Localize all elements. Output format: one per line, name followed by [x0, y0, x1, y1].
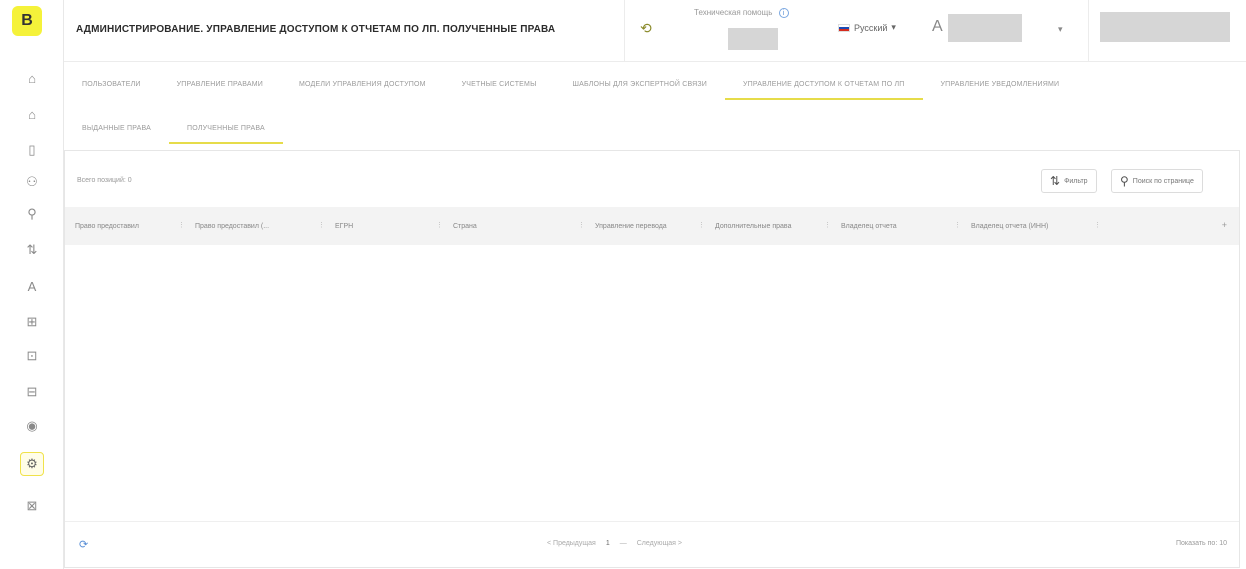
search-icon[interactable]: ⚲	[20, 202, 44, 226]
column-resize-handle[interactable]: ⋮	[824, 221, 831, 229]
grid-icon[interactable]: ⊞	[20, 310, 44, 334]
pagination: < Предыдущая 1 — Следующая >	[547, 540, 682, 547]
user-avatar-icon[interactable]: A	[932, 18, 943, 36]
column-header-label: Владелец отчета (ИНН)	[971, 222, 1049, 230]
pagination-separator: —	[619, 540, 627, 547]
tab-sub-0[interactable]: Выданные права	[64, 110, 169, 146]
header: АДМИНИСТРИРОВАНИЕ. УПРАВЛЕНИЕ ДОСТУПОМ К…	[64, 0, 1246, 62]
redacted-phone	[728, 28, 778, 50]
column-header[interactable]: Владелец отчета ⋮	[831, 207, 961, 245]
filter-label: Фильтр	[1064, 177, 1088, 185]
sidebar: B ⌂ ⌂ ▯ ⚇ ⚲ ⇅ A ⊞ ⊡ ⊟ ◉ ⚙ ⊠	[0, 0, 64, 569]
refresh-icon[interactable]: ⟳	[79, 538, 88, 551]
page-title: АДМИНИСТРИРОВАНИЕ. УПРАВЛЕНИЕ ДОСТУПОМ К…	[76, 24, 556, 35]
column-header[interactable]: Право предоставил (... ⋮	[185, 207, 325, 245]
tab-main-2[interactable]: Модели управления доступом	[281, 66, 444, 102]
header-divider	[624, 0, 625, 62]
column-header-label: Страна	[453, 222, 477, 230]
column-resize-handle[interactable]: ⋮	[698, 221, 705, 229]
column-header[interactable]: ЕГРН ⋮	[325, 207, 443, 245]
column-resize-handle[interactable]: ⋮	[436, 221, 443, 229]
column-header[interactable]: Право предоставил ⋮	[65, 207, 185, 245]
language-select[interactable]: Русский ▾	[838, 22, 896, 33]
next-page-button[interactable]: Следующая >	[637, 540, 682, 547]
table-icon[interactable]: ⊡	[20, 344, 44, 368]
language-label: Русский	[854, 22, 888, 33]
tech-support-label: Техническая помощь	[694, 8, 773, 17]
notification-icon[interactable]: ⟲	[640, 20, 658, 38]
tab-main-3[interactable]: Учетные системы	[444, 66, 555, 102]
exit-icon[interactable]: ⊠	[20, 494, 44, 518]
user-menu-chevron-icon[interactable]: ▾	[1058, 24, 1063, 35]
current-page[interactable]: 1	[606, 540, 610, 547]
column-header-label: ЕГРН	[335, 222, 354, 230]
redacted-org	[1100, 12, 1230, 42]
column-header[interactable]: Дополнительные права ⋮	[705, 207, 831, 245]
column-header-label: Дополнительные права	[715, 222, 792, 230]
column-header-label: Владелец отчета	[841, 222, 897, 230]
transfer-icon[interactable]: ⇅	[20, 238, 44, 262]
document-icon[interactable]: ▯	[20, 138, 44, 162]
redacted-username	[948, 14, 1022, 42]
prev-page-button[interactable]: < Предыдущая	[547, 540, 596, 547]
column-resize-handle[interactable]: ⋮	[954, 221, 961, 229]
add-column-icon[interactable]: +	[1222, 220, 1227, 230]
column-resize-handle[interactable]: ⋮	[578, 221, 585, 229]
logo[interactable]: B	[12, 6, 42, 36]
sub-tabs: Выданные права Полученные права	[64, 110, 283, 146]
column-header-label: Право предоставил (...	[195, 222, 270, 230]
tab-main-1[interactable]: Управление правами	[159, 66, 281, 102]
column-header[interactable]: Владелец отчета (ИНН) ⋮	[961, 207, 1101, 245]
total-count: Всего позиций: 0	[77, 177, 132, 184]
app-root: B ⌂ ⌂ ▯ ⚇ ⚲ ⇅ A ⊞ ⊡ ⊟ ◉ ⚙ ⊠ АДМИНИСТРИРОВАНИЕ. УПРАВ…	[0, 0, 1246, 569]
home-icon[interactable]: ⌂	[20, 66, 44, 90]
column-resize-handle[interactable]: ⋮	[1094, 221, 1101, 229]
main-tabs: Пользователи Управление правами Модели упр…	[64, 66, 1077, 102]
tab-main-4[interactable]: Шаблоны для экспертной связи	[554, 66, 725, 102]
column-resize-handle[interactable]: ⋮	[318, 221, 325, 229]
list-icon[interactable]: ⊟	[20, 380, 44, 404]
tab-main-0[interactable]: Пользователи	[64, 66, 159, 102]
tab-main-6[interactable]: Управление уведомлениями	[923, 66, 1078, 102]
column-header-label: Право предоставил	[75, 222, 139, 230]
building-icon[interactable]: ⌂	[20, 102, 44, 126]
people-icon[interactable]: ⚇	[20, 170, 44, 194]
column-header[interactable]: Управление перевода ⋮	[585, 207, 705, 245]
tech-support-link[interactable]: Техническая помощь i	[694, 8, 789, 18]
search-icon: ⚲	[1120, 174, 1129, 188]
column-resize-handle[interactable]: ⋮	[178, 221, 185, 229]
search-page-label: Поиск по странице	[1132, 177, 1194, 185]
page-size-select[interactable]: Показать по: 10	[1176, 540, 1227, 547]
header-divider	[1088, 0, 1089, 62]
russia-flag-icon	[838, 23, 850, 32]
tab-main-5[interactable]: Управление доступом к отчетам по ЛП	[725, 66, 923, 102]
search-page-button[interactable]: ⚲ Поиск по странице	[1111, 169, 1203, 193]
column-header[interactable]: Страна ⋮	[443, 207, 585, 245]
column-header-label: Управление перевода	[595, 222, 667, 230]
table-footer: ⟳ < Предыдущая 1 — Следующая > Показать …	[65, 521, 1239, 567]
user-icon[interactable]: A	[20, 274, 44, 298]
info-icon[interactable]: i	[778, 8, 789, 18]
filter-icon: ⇅	[1050, 174, 1061, 188]
table-card: Всего позиций: 0 ⇅ Фильтр ⚲ Поиск по стр…	[64, 150, 1240, 568]
chevron-down-icon: ▾	[891, 22, 896, 32]
globe-icon[interactable]: ◉	[20, 414, 44, 438]
settings-icon[interactable]: ⚙	[20, 452, 44, 476]
table-body-empty	[65, 245, 1239, 521]
table-header: Право предоставил ⋮ Право предоставил (...…	[65, 207, 1239, 245]
tab-sub-1[interactable]: Полученные права	[169, 110, 283, 146]
filter-button[interactable]: ⇅ Фильтр	[1041, 169, 1097, 193]
